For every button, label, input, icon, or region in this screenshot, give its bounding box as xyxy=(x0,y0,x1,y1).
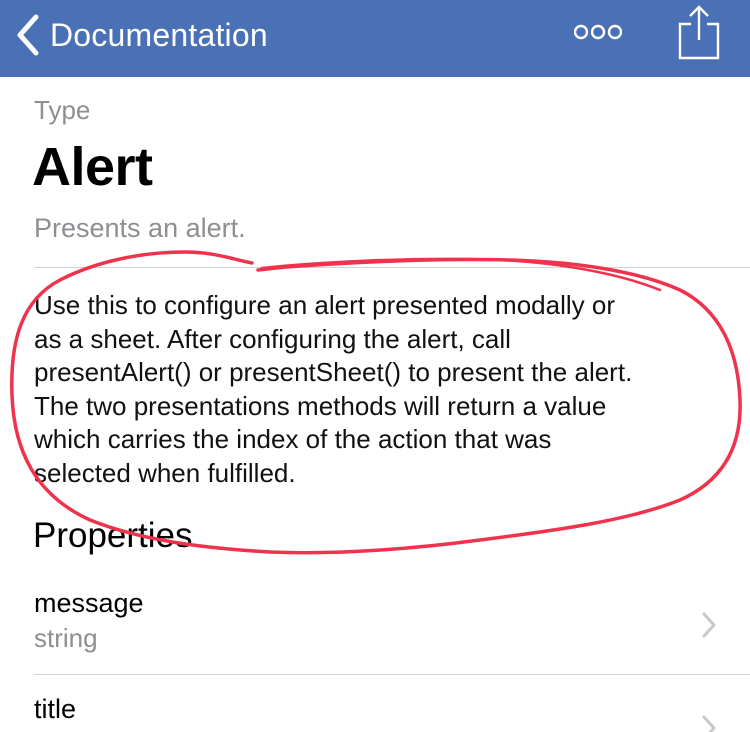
documentation-screen: Documentation Type Alert Presents an ale… xyxy=(0,0,750,732)
share-icon[interactable] xyxy=(676,4,722,62)
divider xyxy=(34,267,750,268)
back-button-label: Documentation xyxy=(50,16,268,53)
page-title: Alert xyxy=(32,137,153,197)
description-line: Use this to configure an alert presented… xyxy=(34,290,615,320)
back-button[interactable]: Documentation xyxy=(14,10,268,60)
property-name: title xyxy=(34,694,77,724)
property-type: string xyxy=(34,623,98,653)
description-line: selected when fulfilled. xyxy=(34,457,296,488)
description-line: presentAlert() or presentSheet() to pres… xyxy=(34,357,633,387)
chevron-right-icon xyxy=(702,612,716,638)
description-text: Use this to configure an alert presented… xyxy=(34,289,734,490)
description-line: as a sheet. After configuring the alert,… xyxy=(34,323,511,354)
chevron-left-icon xyxy=(17,14,39,56)
properties-header: Properties xyxy=(33,516,193,555)
summary-text: Presents an alert. xyxy=(34,213,246,243)
property-row-title[interactable]: title xyxy=(0,690,750,732)
description-line: The two presentations methods will retur… xyxy=(34,390,607,421)
property-name: message xyxy=(34,588,144,618)
type-kind-label: Type xyxy=(34,95,91,125)
more-icon[interactable] xyxy=(574,20,622,44)
property-row-message[interactable]: message string xyxy=(0,585,750,673)
navigation-bar: Documentation xyxy=(0,0,750,77)
description-line: which carries the index of the action th… xyxy=(34,424,552,454)
chevron-right-icon xyxy=(702,715,716,732)
divider xyxy=(34,674,750,675)
